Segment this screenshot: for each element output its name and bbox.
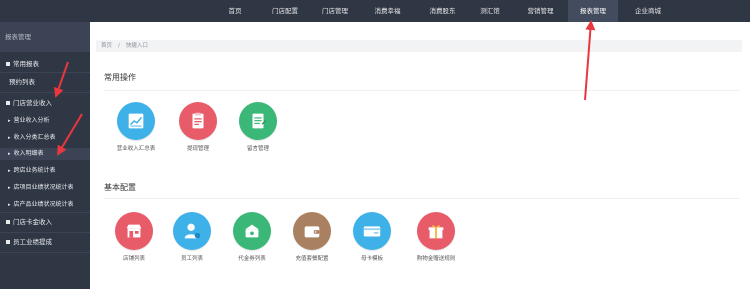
arrow-to-revenue-detail (56, 113, 83, 156)
annotation-arrows (53, 20, 596, 156)
arrow-to-reports-tab (584, 20, 596, 101)
arrow-to-store-revenue (53, 61, 69, 98)
